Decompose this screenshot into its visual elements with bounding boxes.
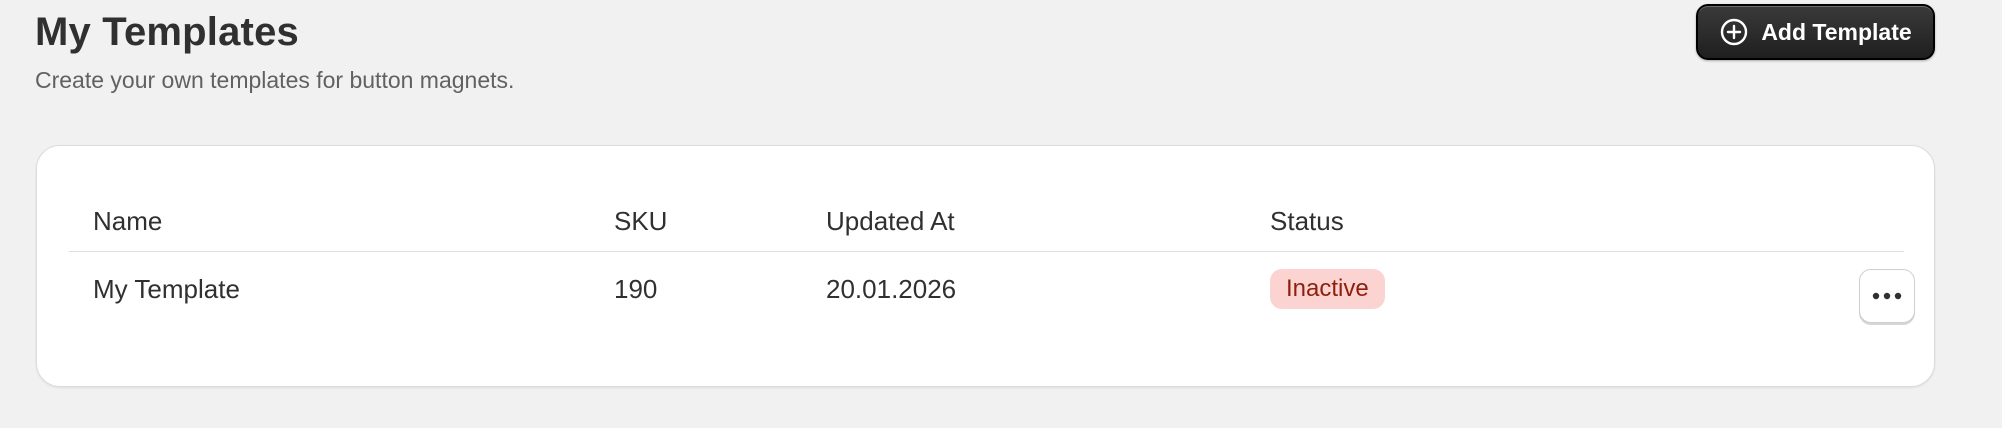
column-header-name[interactable]: Name: [93, 204, 162, 238]
table-row[interactable]: My Template 190 20.01.2026 Inactive: [69, 252, 1915, 342]
status-badge: Inactive: [1270, 269, 1385, 309]
row-actions-button[interactable]: [1859, 269, 1915, 323]
templates-page: My Templates Create your own templates f…: [0, 0, 2002, 428]
page-subtitle: Create your own templates for button mag…: [35, 67, 515, 93]
template-updated-at: 20.01.2026: [826, 274, 957, 304]
template-sku: 190: [614, 274, 658, 304]
template-name[interactable]: My Template: [93, 272, 240, 306]
column-header-sku[interactable]: SKU: [614, 204, 667, 238]
page-title: My Templates: [35, 10, 299, 54]
more-horizontal-icon: [1872, 292, 1902, 300]
add-template-button[interactable]: Add Template: [1696, 4, 1935, 60]
column-header-status[interactable]: Status: [1270, 204, 1344, 238]
plus-circle-icon: [1719, 17, 1749, 47]
table-header: Name SKU Updated At Status: [69, 186, 1904, 252]
add-template-label: Add Template: [1761, 18, 1912, 45]
column-header-updated-at[interactable]: Updated At: [826, 204, 955, 238]
templates-table-card: Name SKU Updated At Status My Template 1…: [36, 145, 1935, 387]
